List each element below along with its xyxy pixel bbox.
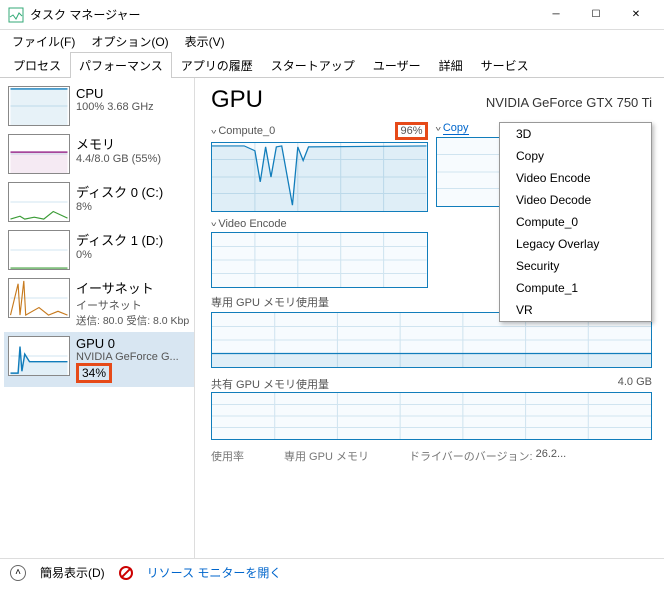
disk0-thumb <box>8 182 70 222</box>
gpu0-thumb <box>8 336 70 376</box>
dd-item-video-encode[interactable]: Video Encode <box>500 167 651 189</box>
engine-compute0-chart <box>211 142 428 212</box>
ethernet-label: イーサネット <box>76 278 190 297</box>
tab-bar: プロセス パフォーマンス アプリの履歴 スタートアップ ユーザー 詳細 サービス <box>0 52 664 78</box>
shared-mem-max: 4.0 GB <box>618 376 652 388</box>
engine-video-encode-label[interactable]: Video Encode <box>218 218 286 230</box>
gpu0-label: GPU 0 <box>76 336 190 351</box>
window-title: タスク マネージャー <box>30 6 536 23</box>
disk1-label: ディスク 1 (D:) <box>76 230 190 249</box>
memory-sub: 4.4/8.0 GB (55%) <box>76 153 190 165</box>
dd-item-vr[interactable]: VR <box>500 299 651 321</box>
sidebar: CPU 100% 3.68 GHz メモリ 4.4/8.0 GB (55%) デ… <box>0 78 195 558</box>
tab-services[interactable]: サービス <box>472 52 538 78</box>
menu-file[interactable]: ファイル(F) <box>4 31 83 52</box>
tab-startup[interactable]: スタートアップ <box>262 52 364 78</box>
shared-mem-label: 共有 GPU メモリ使用量 <box>211 379 329 391</box>
ethernet-thumb <box>8 278 70 318</box>
gpu-stats: 使用率 専用 GPU メモリ ドライバーのバージョン: 26.2... <box>211 448 652 464</box>
disk0-label: ディスク 0 (C:) <box>76 182 190 201</box>
stat-dedicated-label: 専用 GPU メモリ <box>284 448 369 464</box>
tab-performance[interactable]: パフォーマンス <box>70 52 172 78</box>
engine-video-encode-chart <box>211 232 428 288</box>
sidebar-item-disk1[interactable]: ディスク 1 (D:) 0% <box>4 226 194 274</box>
sidebar-item-memory[interactable]: メモリ 4.4/8.0 GB (55%) <box>4 130 194 178</box>
dd-item-video-decode[interactable]: Video Decode <box>500 189 651 211</box>
stat-driver-label: ドライバーのバージョン: <box>409 448 533 464</box>
dd-item-legacy-overlay[interactable]: Legacy Overlay <box>500 233 651 255</box>
gpu0-sub: NVIDIA GeForce G... <box>76 351 190 363</box>
chevron-down-icon[interactable]: ⅴ <box>211 127 216 135</box>
disk0-sub: 8% <box>76 201 190 213</box>
tab-processes[interactable]: プロセス <box>4 52 70 78</box>
maximize-button[interactable]: ☐ <box>576 0 616 30</box>
memory-thumb <box>8 134 70 174</box>
sidebar-item-cpu[interactable]: CPU 100% 3.68 GHz <box>4 82 194 130</box>
sidebar-item-ethernet[interactable]: イーサネット イーサネット 送信: 80.0 受信: 8.0 Kbp <box>4 274 194 332</box>
chevron-down-icon[interactable]: ⅴ <box>436 125 441 133</box>
menu-bar: ファイル(F) オプション(O) 表示(V) <box>0 30 664 52</box>
engine-dropdown: 3D Copy Video Encode Video Decode Comput… <box>499 122 652 322</box>
shared-mem-chart <box>211 392 652 440</box>
engine-copy-label[interactable]: Copy <box>443 122 469 135</box>
status-bar: ˄ 簡易表示(D) リソース モニターを開く <box>0 558 664 586</box>
forbidden-icon <box>119 566 133 580</box>
cpu-sub: 100% 3.68 GHz <box>76 101 190 113</box>
brief-view-link[interactable]: 簡易表示(D) <box>40 564 105 581</box>
engine-compute0-pct-highlight: 96% <box>395 122 427 140</box>
memory-label: メモリ <box>76 134 190 153</box>
sidebar-item-disk0[interactable]: ディスク 0 (C:) 8% <box>4 178 194 226</box>
gpu-heading: GPU <box>211 86 263 114</box>
minimize-button[interactable]: ─ <box>536 0 576 30</box>
close-button[interactable]: ✕ <box>616 0 656 30</box>
ethernet-sub: イーサネット <box>76 297 190 313</box>
tab-users[interactable]: ユーザー <box>364 52 430 78</box>
dd-item-security[interactable]: Security <box>500 255 651 277</box>
menu-view[interactable]: 表示(V) <box>177 31 233 52</box>
sidebar-item-gpu0[interactable]: GPU 0 NVIDIA GeForce G... 34% <box>4 332 194 387</box>
dd-item-3d[interactable]: 3D <box>500 123 651 145</box>
main-panel: GPU NVIDIA GeForce GTX 750 Ti ⅴ Compute_… <box>195 78 664 558</box>
cpu-thumb <box>8 86 70 126</box>
app-icon <box>8 7 24 23</box>
gpu0-pct-highlight: 34% <box>76 363 112 383</box>
stat-driver-value: 26.2... <box>536 448 567 464</box>
engine-compute0-label[interactable]: Compute_0 <box>218 125 275 137</box>
chevron-down-icon[interactable]: ⅴ <box>211 220 216 228</box>
disk1-sub: 0% <box>76 249 190 261</box>
gpu-model: NVIDIA GeForce GTX 750 Ti <box>486 95 652 110</box>
dd-item-copy[interactable]: Copy <box>500 145 651 167</box>
resource-monitor-link[interactable]: リソース モニターを開く <box>147 564 282 581</box>
tab-app-history[interactable]: アプリの履歴 <box>172 52 262 78</box>
stat-usage-label: 使用率 <box>211 448 244 464</box>
dd-item-compute0[interactable]: Compute_0 <box>500 211 651 233</box>
dd-item-compute1[interactable]: Compute_1 <box>500 277 651 299</box>
ethernet-sub2: 送信: 80.0 受信: 8.0 Kbp <box>76 313 190 328</box>
collapse-icon[interactable]: ˄ <box>10 565 26 581</box>
tab-details[interactable]: 詳細 <box>430 52 472 78</box>
menu-options[interactable]: オプション(O) <box>83 31 176 52</box>
cpu-label: CPU <box>76 86 190 101</box>
title-bar: タスク マネージャー ─ ☐ ✕ <box>0 0 664 30</box>
content-area: CPU 100% 3.68 GHz メモリ 4.4/8.0 GB (55%) デ… <box>0 78 664 558</box>
disk1-thumb <box>8 230 70 270</box>
